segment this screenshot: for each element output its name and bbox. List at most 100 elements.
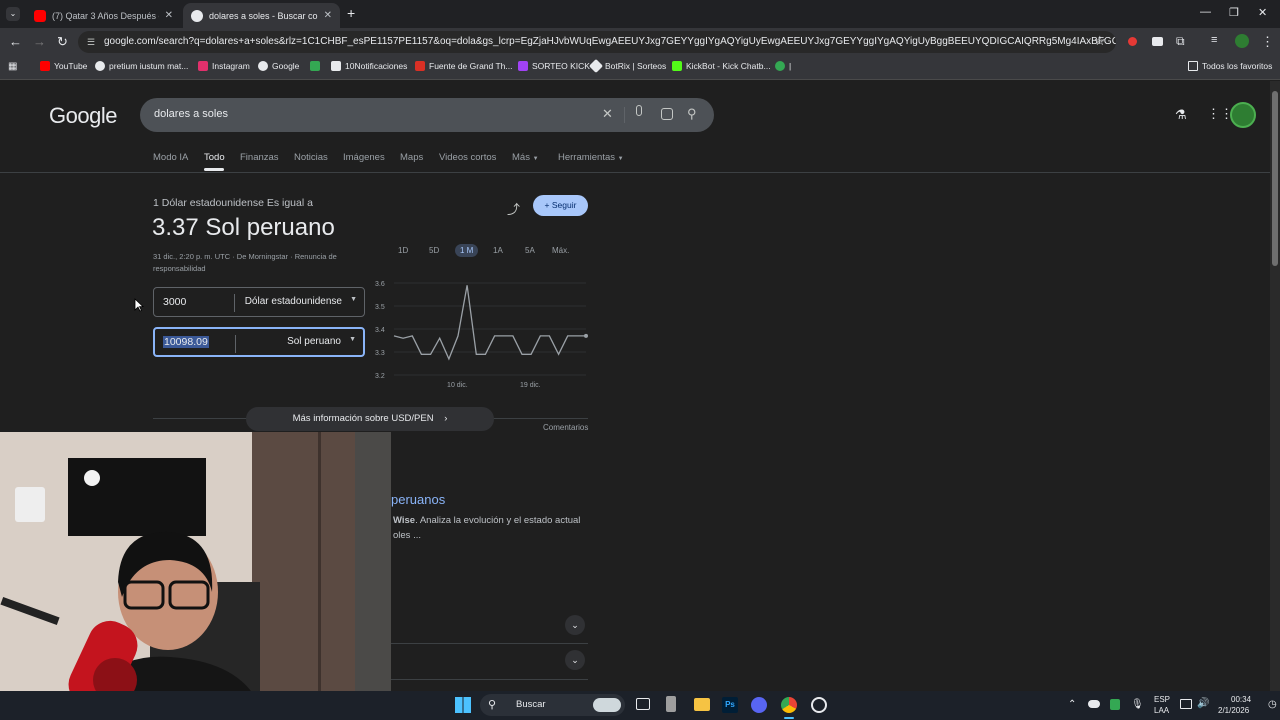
notifications-icon[interactable]: ◷ — [1268, 699, 1277, 710]
bookmark-pretium[interactable]: pretium iustum mat... — [95, 61, 188, 71]
app-icon[interactable] — [811, 697, 827, 713]
new-tab-button[interactable]: + — [347, 5, 355, 21]
share-icon[interactable]: ⤴ — [507, 199, 520, 218]
conversion-result: 3.37 Sol peruano — [152, 214, 335, 241]
result-title-link[interactable]: peruanos — [391, 492, 445, 507]
tab-imagenes[interactable]: Imágenes — [343, 152, 385, 163]
bookmark-sorteo-kick[interactable]: SORTEO KICK — [518, 61, 590, 71]
bookmark-green[interactable]: | — [775, 61, 791, 71]
bookmark-youtube[interactable]: YouTube — [40, 61, 87, 71]
to-amount-input[interactable]: 10098.09 — [163, 336, 209, 348]
tab-google-search[interactable]: dolares a soles - Buscar con Go ✕ — [183, 3, 340, 28]
onedrive-icon[interactable] — [1088, 700, 1100, 708]
forward-icon[interactable]: → — [33, 34, 46, 49]
display-icon[interactable] — [1180, 699, 1192, 709]
microphone-icon[interactable] — [636, 105, 642, 116]
address-bar[interactable]: ☰ google.com/search?q=dolares+a+soles&rl… — [78, 31, 1116, 53]
microphone-icon[interactable]: 🎙 — [1131, 699, 1144, 710]
from-amount-input[interactable]: 3000 — [163, 296, 186, 308]
extensions-puzzle-icon[interactable]: ⧉ — [1176, 34, 1185, 49]
profile-avatar[interactable] — [1235, 34, 1249, 48]
range-5d[interactable]: 5D — [429, 246, 439, 255]
range-5a[interactable]: 5A — [525, 246, 535, 255]
close-icon[interactable]: ✕ — [165, 10, 173, 21]
clock-time[interactable]: 00:34 — [1231, 695, 1251, 704]
from-currency-field[interactable]: 3000 Dólar estadounidense ▼ — [153, 287, 365, 317]
dropdown-arrow-icon[interactable]: ▼ — [350, 296, 357, 303]
search-icon[interactable]: ⚲ — [687, 106, 697, 122]
site-info-icon[interactable]: ☰ — [87, 31, 95, 53]
clear-icon[interactable]: ✕ — [602, 106, 613, 122]
start-windows-icon[interactable] — [455, 697, 471, 713]
page-scrollbar[interactable] — [1270, 81, 1280, 691]
account-avatar[interactable] — [1230, 102, 1256, 128]
tab-herramientas[interactable]: Herramientas ▼ — [558, 152, 624, 163]
bookmark-grand-theft[interactable]: Fuente de Grand Th... — [415, 61, 512, 71]
lens-camera-icon[interactable] — [661, 108, 673, 120]
menu-icon[interactable]: ⋮ — [1261, 34, 1274, 50]
all-bookmarks-folder[interactable]: Todos los favoritos — [1188, 61, 1272, 71]
apps-icon[interactable]: ▦ — [8, 61, 17, 72]
bookmark-instagram[interactable]: Instagram — [198, 61, 250, 71]
weather-cloud-icon — [593, 698, 621, 712]
extension-icon[interactable] — [1128, 37, 1137, 46]
volume-icon[interactable]: 🔊 — [1197, 698, 1209, 709]
tab-search-icon[interactable]: ⌄ — [6, 7, 20, 21]
file-explorer-icon[interactable] — [694, 698, 710, 711]
to-currency-select[interactable]: Sol peruano — [287, 336, 341, 347]
range-max[interactable]: Máx. — [552, 246, 569, 255]
close-icon[interactable]: ✕ — [324, 10, 332, 21]
meta-line[interactable]: responsabilidad — [153, 263, 363, 275]
labs-flask-icon[interactable]: ⚗ — [1175, 107, 1187, 123]
tab-youtube[interactable]: (7) Qatar 3 Años Después del M ✕ — [26, 3, 181, 28]
expand-chevron-icon[interactable]: ⌄ — [565, 650, 585, 670]
minimize-icon[interactable]: — — [1200, 6, 1211, 18]
range-1d[interactable]: 1D — [398, 246, 408, 255]
from-currency-select[interactable]: Dólar estadounidense — [245, 296, 342, 307]
clock-date[interactable]: 2/1/2026 — [1218, 706, 1249, 715]
bookmark-google[interactable]: Google — [258, 61, 299, 71]
tab-maps[interactable]: Maps — [400, 152, 423, 163]
back-icon[interactable]: ← — [9, 34, 22, 49]
discord-icon[interactable] — [751, 697, 767, 713]
google-logo[interactable]: Google — [49, 103, 117, 129]
range-1a[interactable]: 1A — [493, 246, 503, 255]
media-control-icon[interactable]: ≡ — [1211, 34, 1217, 46]
caret-down-icon: ▼ — [532, 156, 539, 162]
to-currency-field[interactable]: 10098.09 Sol peruano ▼ — [153, 327, 365, 357]
tab-mas[interactable]: Más ▼ — [512, 152, 539, 163]
browser-toolbar: ← → ↻ ☰ google.com/search?q=dolares+a+so… — [0, 28, 1280, 56]
tab-videos-cortos[interactable]: Videos cortos — [439, 152, 496, 163]
search-input[interactable]: dolares a soles ✕ ⚲ — [140, 98, 714, 132]
tab-modo-ia[interactable]: Modo IA — [153, 152, 188, 163]
photoshop-icon[interactable]: Ps — [722, 697, 738, 713]
meta-line: 31 dic., 2:20 p. m. UTC · De Morningstar… — [153, 252, 337, 261]
input-language-top[interactable]: ESP — [1154, 695, 1170, 704]
show-hidden-icons[interactable]: ⌃ — [1068, 699, 1076, 710]
chrome-icon[interactable] — [781, 697, 797, 713]
extension-icon[interactable] — [1152, 37, 1163, 46]
bookmark-kickbot[interactable]: KickBot - Kick Chatb... — [672, 61, 771, 71]
close-window-icon[interactable]: ✕ — [1258, 6, 1267, 19]
dropdown-arrow-icon[interactable]: ▼ — [349, 336, 356, 343]
bookmark-extension[interactable] — [310, 61, 324, 71]
restore-icon[interactable]: ❐ — [1229, 6, 1239, 19]
comments-link[interactable]: Comentarios — [543, 423, 588, 432]
input-language-bottom[interactable]: LAA — [1154, 706, 1169, 715]
range-1m[interactable]: 1 M — [455, 244, 479, 257]
taskbar-search[interactable]: ⚲ Buscar — [480, 694, 625, 716]
tab-noticias[interactable]: Noticias — [294, 152, 328, 163]
tab-todo[interactable]: Todo — [204, 152, 225, 163]
follow-button[interactable]: + Seguir — [533, 195, 588, 216]
reload-icon[interactable]: ↻ — [57, 34, 68, 50]
bookmark-star-icon[interactable]: ☆ — [1094, 33, 1106, 49]
scrollbar-thumb[interactable] — [1272, 91, 1278, 266]
more-info-button[interactable]: Más información sobre USD/PEN › — [246, 407, 494, 431]
expand-chevron-icon[interactable]: ⌄ — [565, 615, 585, 635]
task-view-icon[interactable] — [636, 698, 650, 710]
bookmark-botrix[interactable]: BotRix | Sorteos — [588, 58, 666, 74]
security-icon[interactable] — [1110, 699, 1120, 710]
app-icon[interactable] — [666, 696, 676, 712]
bookmark-10notificaciones[interactable]: 10Notificaciones — [331, 61, 407, 71]
tab-finanzas[interactable]: Finanzas — [240, 152, 279, 163]
